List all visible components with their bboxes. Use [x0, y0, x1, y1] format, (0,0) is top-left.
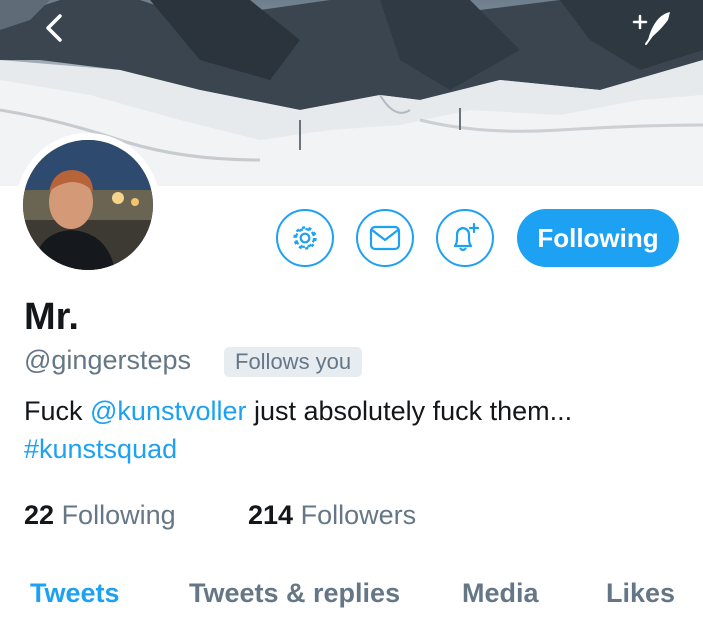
bio-mention-link[interactable]: @kunstvoller [90, 396, 246, 426]
tab-tweets-and-replies[interactable]: Tweets & replies [189, 578, 400, 609]
tab-likes[interactable]: Likes [606, 578, 675, 609]
avatar[interactable] [16, 133, 160, 277]
bio-hashtag-link[interactable]: #kunstsquad [24, 430, 684, 468]
envelope-icon [369, 225, 401, 251]
profile-photo [23, 140, 153, 270]
tab-tweets[interactable]: Tweets [30, 578, 120, 609]
follows-you-badge: Follows you [224, 347, 363, 377]
notifications-button[interactable] [436, 209, 494, 267]
bio-text: Fuck [24, 396, 91, 426]
bio-text: just absolutely fuck them... [246, 396, 573, 426]
chevron-left-icon [46, 14, 62, 42]
user-handle: @gingersteps [24, 345, 191, 375]
settings-button[interactable] [276, 209, 334, 267]
followers-count-link[interactable]: 214 Followers [248, 500, 416, 531]
followers-label: Followers [300, 500, 417, 530]
display-name: Mr. [24, 296, 79, 338]
profile-bio: Fuck @kunstvoller just absolutely fuck t… [24, 392, 684, 468]
message-button[interactable] [356, 209, 414, 267]
tab-media[interactable]: Media [462, 578, 539, 609]
gear-icon [293, 226, 317, 250]
compose-tweet-icon [632, 12, 670, 45]
back-button[interactable] [38, 10, 70, 46]
followers-count: 214 [248, 500, 294, 530]
compose-tweet-button[interactable] [626, 8, 676, 48]
bell-plus-icon [453, 222, 480, 252]
following-count: 22 [24, 500, 55, 530]
following-button[interactable]: Following [517, 209, 679, 267]
following-count-link[interactable]: 22 Following [24, 500, 176, 531]
following-label: Following [61, 500, 176, 530]
